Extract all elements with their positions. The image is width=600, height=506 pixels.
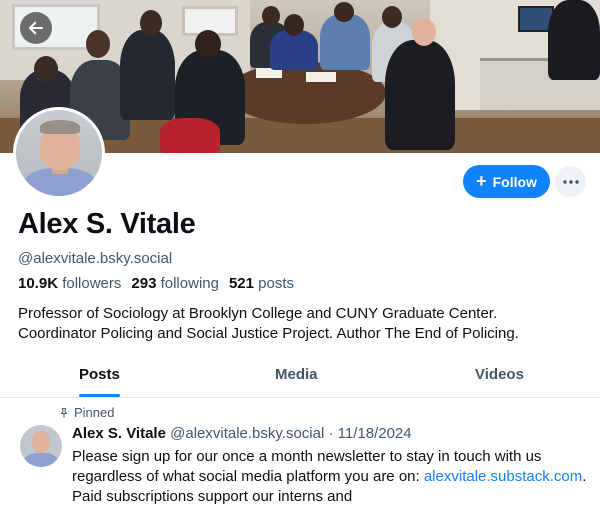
follow-button[interactable]: + Follow	[463, 165, 550, 198]
following-count: 293	[131, 275, 157, 292]
profile-handle: @alexvitale.bsky.social	[18, 250, 173, 267]
bio-line: Professor of Sociology at Brooklyn Colle…	[18, 305, 498, 322]
bio-line: Coordinator Policing and Social Justice …	[18, 325, 519, 342]
tab-videos[interactable]: Videos	[475, 366, 524, 383]
follow-label: Follow	[492, 173, 537, 190]
post-link[interactable]: alexvitale.substack.com	[424, 468, 582, 485]
ellipsis-icon	[562, 179, 579, 184]
profile-stats: 10.9K followers 293 following 521 posts	[18, 275, 304, 292]
following-label: following	[160, 275, 219, 292]
pin-icon	[61, 407, 67, 418]
pinned-label: Pinned	[74, 405, 115, 420]
back-button[interactable]	[20, 12, 52, 44]
tab-posts[interactable]: Posts	[79, 366, 120, 383]
posts-count: 521	[228, 275, 254, 292]
profile-bio: Professor of Sociology at Brooklyn Colle…	[18, 304, 588, 344]
post-author-avatar[interactable]	[20, 425, 62, 467]
plus-icon: +	[476, 171, 487, 191]
posts-label: posts	[258, 275, 295, 292]
post-author-handle[interactable]: @alexvitale.bsky.social	[170, 425, 324, 442]
post-body: Please sign up for our once a month news…	[72, 447, 592, 506]
followers-link[interactable]: 10.9K followers	[18, 275, 121, 292]
post-header: Alex S. Vitale @alexvitale.bsky.social ·…	[72, 425, 412, 442]
following-link[interactable]: 293 following	[131, 275, 219, 292]
posts-stat: 521 posts	[229, 275, 294, 292]
more-options-button[interactable]	[555, 166, 586, 197]
tab-media[interactable]: Media	[275, 366, 318, 383]
post-separator: ·	[328, 425, 334, 442]
active-tab-indicator	[79, 394, 120, 397]
pinned-indicator: Pinned	[58, 405, 114, 420]
post-author-name[interactable]: Alex S. Vitale	[72, 425, 166, 442]
profile-display-name: Alex S. Vitale	[18, 208, 196, 240]
profile-avatar[interactable]	[13, 107, 105, 199]
post-date[interactable]: 11/18/2024	[338, 425, 412, 442]
followers-count: 10.9K	[18, 275, 59, 292]
followers-label: followers	[62, 275, 122, 292]
arrow-left-icon	[29, 21, 43, 35]
profile-tabs: Posts Media Videos	[0, 356, 600, 398]
